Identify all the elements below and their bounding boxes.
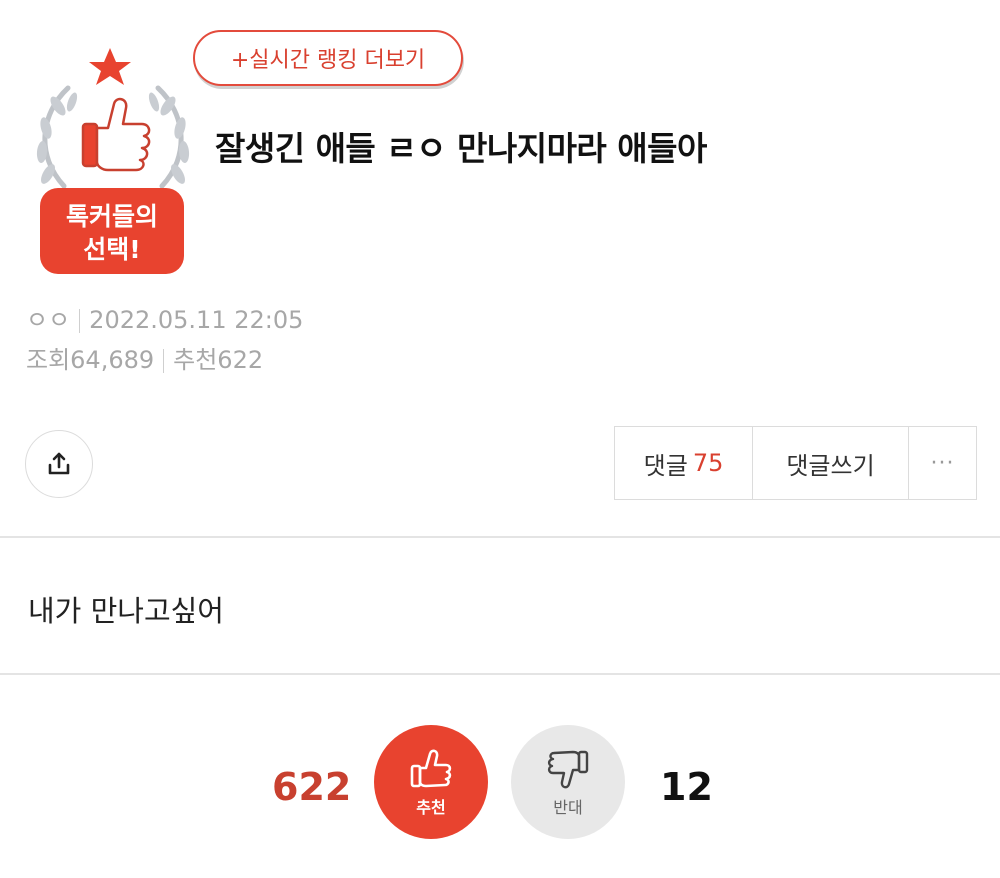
- post-body: 내가 만나고싶어: [28, 594, 224, 628]
- thumbs-down-icon: [547, 750, 589, 789]
- downvote-button[interactable]: 반대: [511, 725, 625, 839]
- meta-divider: [79, 309, 81, 333]
- comments-button[interactable]: 댓글 75: [615, 427, 753, 499]
- upvote-button[interactable]: 추천: [374, 725, 488, 839]
- realtime-ranking-label: +실시간 랭킹 더보기: [230, 48, 426, 73]
- post-views: 조회64,689: [26, 346, 155, 374]
- post-author: ㅇㅇ: [26, 306, 71, 334]
- meta-divider: [163, 349, 165, 373]
- comments-label: 댓글: [643, 451, 688, 480]
- section-divider: [0, 673, 1000, 675]
- svg-text:톡커들의: 톡커들의: [66, 202, 158, 231]
- realtime-ranking-link[interactable]: +실시간 랭킹 더보기: [193, 30, 463, 86]
- write-comment-button[interactable]: 댓글쓰기: [753, 427, 909, 499]
- more-dots-icon: ···: [930, 450, 955, 476]
- post-recommend-count: 추천622: [173, 346, 264, 374]
- star-icon: [89, 48, 131, 85]
- comment-toolbar: 댓글 75 댓글쓰기 ···: [614, 426, 977, 500]
- upvote-count: 622: [272, 765, 352, 809]
- share-icon: [48, 452, 70, 475]
- talkers-choice-badge: 톡커들의 선택!: [28, 44, 198, 280]
- upvote-label: 추천: [416, 798, 446, 817]
- downvote-count: 12: [660, 765, 713, 809]
- more-options-button[interactable]: ···: [909, 427, 976, 499]
- post-title: 잘생긴 애들 ㄹㅇ 만나지마라 애들아: [215, 129, 707, 168]
- laurel-badge-icon: 톡커들의 선택!: [36, 48, 190, 274]
- thumbs-up-icon: [410, 749, 452, 788]
- comments-count: 75: [692, 449, 724, 477]
- thumbs-up-icon: [81, 97, 151, 172]
- post-meta-stats: 조회64,689 추천622: [26, 340, 263, 375]
- svg-text:선택!: 선택!: [83, 235, 140, 264]
- section-divider: [0, 536, 1000, 538]
- post-datetime: 2022.05.11 22:05: [89, 306, 304, 334]
- write-comment-label: 댓글쓰기: [786, 451, 875, 480]
- downvote-label: 반대: [553, 798, 583, 817]
- post-meta-author-date: ㅇㅇ 2022.05.11 22:05: [26, 300, 303, 335]
- share-button[interactable]: [25, 430, 93, 498]
